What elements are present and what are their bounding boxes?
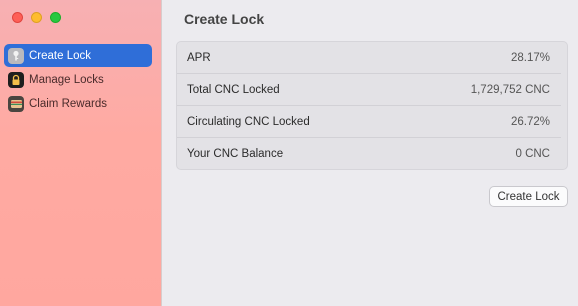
page-title: Create Lock <box>184 11 265 27</box>
sidebar-item-label: Create Lock <box>29 49 92 62</box>
sidebar-nav: Create Lock Manage Locks Claim Rewards <box>4 44 152 116</box>
sidebar-item-claim-rewards[interactable]: Claim Rewards <box>4 92 152 115</box>
stat-row-apr: APR 28.17% <box>177 42 561 74</box>
stat-row-circulating-locked: Circulating CNC Locked 26.72% <box>177 106 561 138</box>
sidebar-item-label: Manage Locks <box>29 73 104 86</box>
stat-row-total-locked: Total CNC Locked 1,729,752 CNC <box>177 74 561 106</box>
main-content: Create Lock APR 28.17% Total CNC Locked … <box>162 0 578 306</box>
create-lock-button[interactable]: Create Lock <box>489 186 568 207</box>
stat-row-balance: Your CNC Balance 0 CNC <box>177 138 561 170</box>
sidebar-item-manage-locks[interactable]: Manage Locks <box>4 68 152 91</box>
stat-label: Your CNC Balance <box>187 148 284 160</box>
stat-value: 26.72% <box>510 115 550 128</box>
zoom-window-button[interactable] <box>50 12 61 23</box>
wallet-icon <box>8 95 24 112</box>
lock-icon <box>8 71 24 88</box>
stat-value: 28.17% <box>510 51 550 64</box>
stat-label: Circulating CNC Locked <box>187 115 310 128</box>
sidebar: Create Lock Manage Locks Claim Rewards <box>0 0 162 306</box>
window-controls <box>12 12 61 23</box>
stat-label: Total CNC Locked <box>187 83 280 96</box>
key-icon <box>8 47 24 64</box>
stat-value: 0 CNC <box>515 148 550 160</box>
close-window-button[interactable] <box>12 12 23 23</box>
sidebar-item-create-lock[interactable]: Create Lock <box>4 44 152 67</box>
sidebar-item-label: Claim Rewards <box>29 97 107 110</box>
stats-card: APR 28.17% Total CNC Locked 1,729,752 CN… <box>176 41 568 170</box>
minimize-window-button[interactable] <box>31 12 42 23</box>
stat-label: APR <box>187 51 211 64</box>
app-window: Create Lock Manage Locks Claim Rewards C… <box>0 0 578 306</box>
stat-value: 1,729,752 CNC <box>470 83 550 96</box>
